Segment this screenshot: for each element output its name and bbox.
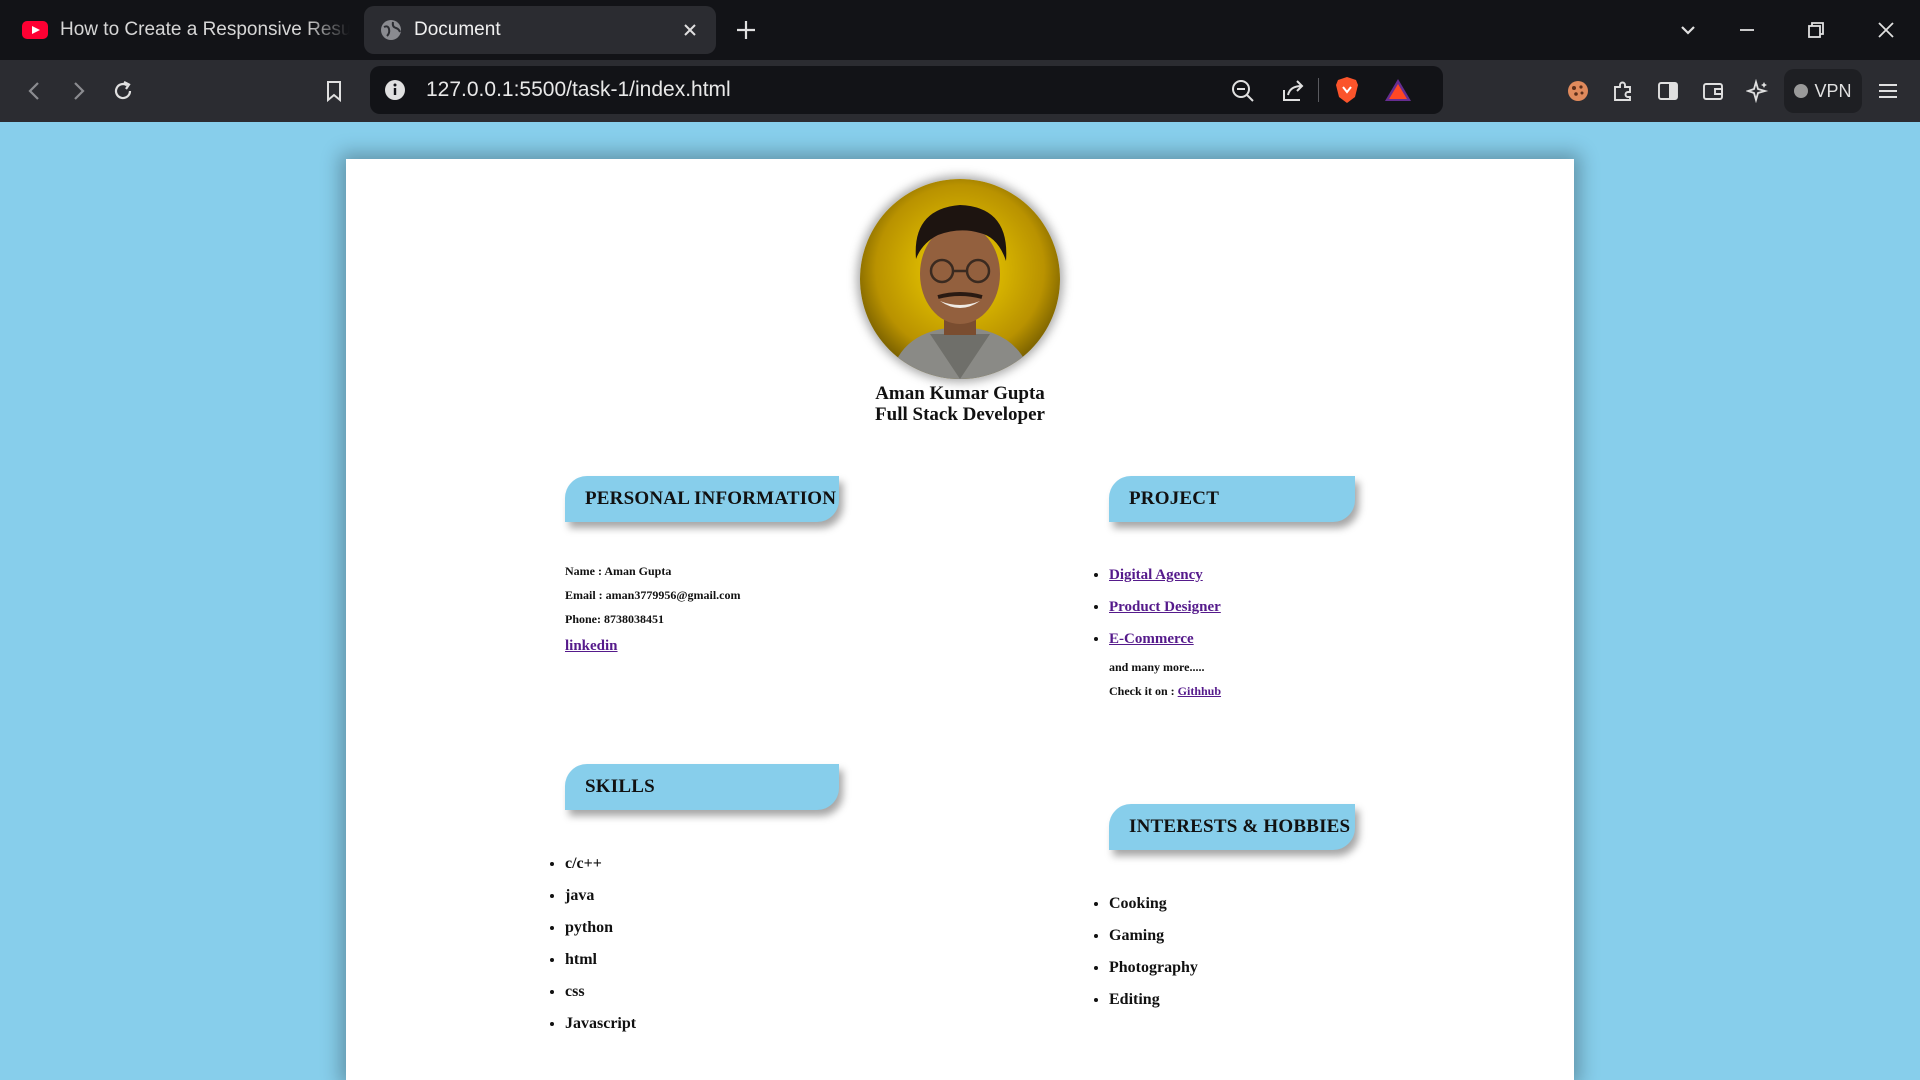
cookie-extension-icon[interactable]	[1563, 76, 1593, 106]
check-prefix: Check it on :	[1109, 684, 1178, 698]
url-text[interactable]: 127.0.0.1:5500/task-1/index.html	[426, 78, 731, 102]
reload-icon[interactable]	[108, 76, 138, 106]
leo-ai-icon[interactable]	[1743, 76, 1773, 106]
person-name-block: Aman Kumar Gupta Full Stack Developer	[746, 383, 1174, 425]
tab-strip: How to Create a Responsive Resume Docume…	[0, 0, 1920, 60]
brave-rewards-icon[interactable]	[1384, 78, 1412, 102]
list-item: Digital Agency	[1109, 559, 1221, 591]
new-tab-icon[interactable]	[732, 16, 760, 44]
tab-search-chevron-icon[interactable]	[1672, 14, 1704, 46]
list-item: Editing	[1109, 984, 1198, 1016]
tab-title: How to Create a Responsive Resume	[60, 19, 350, 40]
person-name: Aman Kumar Gupta	[875, 383, 1045, 404]
tab-title: Document	[414, 19, 501, 40]
interests-list: Cooking Gaming Photography Editing	[1109, 888, 1198, 1016]
personal-name: Name : Aman Gupta	[565, 564, 672, 578]
list-item: python	[565, 912, 636, 944]
list-item: E-Commerce	[1109, 623, 1221, 655]
person-role: Full Stack Developer	[875, 404, 1045, 425]
zoom-out-icon[interactable]	[1230, 78, 1256, 104]
sidebar-icon[interactable]	[1653, 76, 1683, 106]
resume-card: Aman Kumar Gupta Full Stack Developer PE…	[346, 159, 1574, 1080]
vpn-status-icon	[1794, 84, 1809, 98]
list-item: css	[565, 976, 636, 1008]
personal-info: Name : Aman Gupta Email : aman3779956@gm…	[565, 559, 740, 661]
share-icon[interactable]	[1280, 78, 1306, 104]
project-extra: and many more..... Check it on : Githhub	[1109, 655, 1221, 703]
section-heading-personal: PERSONAL INFORMATION	[565, 476, 839, 522]
project-link-product-designer[interactable]: Product Designer	[1109, 599, 1221, 615]
list-item: Cooking	[1109, 888, 1198, 920]
divider	[1318, 78, 1319, 102]
brave-shields-icon[interactable]	[1334, 76, 1360, 104]
close-window-icon[interactable]	[1870, 14, 1902, 46]
project-more-text: and many more.....	[1109, 660, 1205, 674]
skills-list: c/c++ java python html css Javascript	[565, 848, 636, 1040]
vpn-button[interactable]: VPN	[1784, 69, 1862, 113]
list-item: Photography	[1109, 952, 1198, 984]
linkedin-link[interactable]: linkedin	[565, 638, 618, 654]
project-check-line: Check it on : Githhub	[1109, 679, 1221, 703]
project-list: Digital Agency Product Designer E-Commer…	[1109, 559, 1221, 655]
vpn-label: VPN	[1814, 80, 1852, 101]
tab-youtube[interactable]: How to Create a Responsive Resume	[10, 6, 350, 54]
browser-toolbar: 127.0.0.1:5500/task-1/index.html VPN	[0, 60, 1920, 122]
list-item: c/c++	[565, 848, 636, 880]
menu-icon[interactable]	[1873, 76, 1903, 106]
project-link-digital-agency[interactable]: Digital Agency	[1109, 567, 1203, 583]
personal-email: Email : aman3779956@gmail.com	[565, 588, 741, 602]
back-icon[interactable]	[20, 76, 50, 106]
section-heading-interests: INTERESTS & HOBBIES	[1109, 804, 1355, 850]
list-item: Product Designer	[1109, 591, 1221, 623]
wallet-icon[interactable]	[1698, 76, 1728, 106]
close-tab-icon[interactable]	[678, 18, 702, 42]
globe-icon	[381, 20, 401, 40]
tab-document[interactable]: Document	[364, 6, 716, 54]
forward-icon[interactable]	[63, 76, 93, 106]
list-item: Gaming	[1109, 920, 1198, 952]
project-link-ecommerce[interactable]: E-Commerce	[1109, 631, 1194, 647]
address-bar[interactable]: 127.0.0.1:5500/task-1/index.html	[370, 66, 1443, 114]
restore-icon[interactable]	[1800, 14, 1832, 46]
personal-phone: Phone: 8738038451	[565, 612, 664, 626]
minimize-icon[interactable]	[1731, 14, 1763, 46]
section-heading-skills: SKILLS	[565, 764, 839, 810]
bookmark-icon[interactable]	[319, 76, 349, 106]
list-item: html	[565, 944, 636, 976]
list-item: Javascript	[565, 1008, 636, 1040]
extensions-puzzle-icon[interactable]	[1608, 76, 1638, 106]
profile-photo	[860, 179, 1060, 379]
site-info-icon[interactable]	[384, 79, 406, 101]
list-item: java	[565, 880, 636, 912]
section-heading-project: PROJECT	[1109, 476, 1355, 522]
github-link[interactable]: Githhub	[1178, 684, 1221, 698]
youtube-icon	[22, 21, 48, 39]
